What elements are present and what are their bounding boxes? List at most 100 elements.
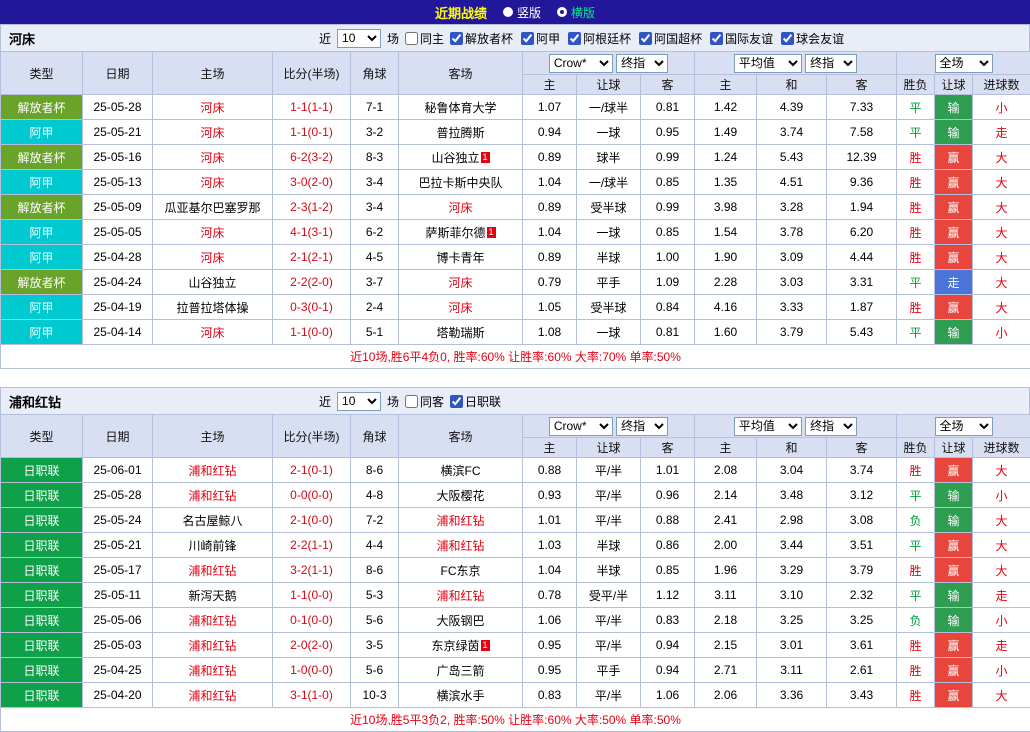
away-team-label: 横滨水手 — [436, 689, 484, 703]
home-team: 河床 — [153, 95, 273, 120]
result-handicap: 输 — [935, 320, 973, 345]
avg-away-odds: 2.32 — [827, 583, 897, 608]
handicap-line: 半球 — [577, 533, 641, 558]
average-select[interactable]: 平均值 — [734, 54, 802, 73]
handicap-line: 受平/半 — [577, 583, 641, 608]
league-filter-checkbox[interactable] — [450, 32, 463, 45]
league-filter-checkbox[interactable] — [521, 32, 534, 45]
match-count-select[interactable]: 10 — [337, 29, 381, 48]
games-label: 场 — [387, 30, 399, 47]
league-filter[interactable]: 阿根廷杯 — [568, 30, 631, 47]
league-filter[interactable]: 球会友谊 — [781, 30, 844, 47]
corner-score: 5-6 — [351, 608, 399, 633]
handicap-line: 一球 — [577, 320, 641, 345]
match-date: 25-05-24 — [83, 508, 153, 533]
avg-home-odds: 3.98 — [695, 195, 757, 220]
result-over-under: 大 — [973, 683, 1030, 708]
table-header: 类型 日期 主场 比分(半场) 角球 客场 Crow* 终指 平均值 终指 全场 — [1, 415, 1030, 458]
same-venue-filter[interactable]: 同客 — [405, 393, 444, 410]
handicap-away-odds: 0.99 — [641, 145, 695, 170]
away-team: 河床 — [399, 270, 523, 295]
league-filter-checkbox[interactable] — [781, 32, 794, 45]
corner-score: 8-6 — [351, 458, 399, 483]
away-team-label: 河床 — [448, 276, 472, 290]
average-final-select[interactable]: 终指 — [805, 417, 857, 436]
col-score: 比分(半场) — [273, 415, 351, 458]
away-team: 河床 — [399, 195, 523, 220]
match-count-select[interactable]: 10 — [337, 392, 381, 411]
avg-home-odds: 2.28 — [695, 270, 757, 295]
odds-company-select[interactable]: Crow* — [549, 417, 613, 436]
avg-home-odds: 2.14 — [695, 483, 757, 508]
corner-score: 6-2 — [351, 220, 399, 245]
result-win-draw-loss: 平 — [897, 270, 935, 295]
same-venue-checkbox[interactable] — [405, 395, 418, 408]
corner-score: 4-8 — [351, 483, 399, 508]
league-badge: 阿甲 — [1, 295, 83, 320]
match-score: 0-3(0-1) — [273, 295, 351, 320]
average-select[interactable]: 平均值 — [734, 417, 802, 436]
avg-home-odds: 1.96 — [695, 558, 757, 583]
col-corner: 角球 — [351, 52, 399, 95]
avg-away-odds: 3.51 — [827, 533, 897, 558]
league-filter[interactable]: 日职联 — [450, 393, 501, 410]
away-team-label: 秘鲁体育大学 — [424, 101, 496, 115]
scope-select[interactable]: 全场 — [935, 54, 993, 73]
layout-option-vertical[interactable]: 竖版 — [503, 4, 541, 21]
league-filter-checkbox[interactable] — [710, 32, 723, 45]
summary-row: 近10场,胜6平4负0, 胜率:60% 让胜率:60% 大率:70% 单率:50… — [1, 345, 1030, 369]
handicap-home-odds: 0.88 — [523, 458, 577, 483]
away-team-label: 博卡青年 — [436, 251, 484, 265]
col-away: 客场 — [399, 415, 523, 458]
home-team-label: 川崎前锋 — [188, 539, 236, 553]
league-filter[interactable]: 国际友谊 — [710, 30, 773, 47]
corner-score: 3-7 — [351, 270, 399, 295]
layout-option-horizontal[interactable]: 横版 — [557, 4, 595, 21]
filter-bar: 近 10 场 同客 日职联 — [319, 392, 501, 411]
odds-final-select[interactable]: 终指 — [616, 54, 668, 73]
match-row: 阿甲25-04-14河床1-1(0-0)5-1塔勒瑞斯1.08一球0.811.6… — [1, 320, 1030, 345]
league-filter[interactable]: 阿甲 — [521, 30, 560, 47]
same-venue-checkbox[interactable] — [405, 32, 418, 45]
home-team-label: 浦和红钻 — [188, 689, 236, 703]
match-date: 25-05-17 — [83, 558, 153, 583]
handicap-line: 半球 — [577, 245, 641, 270]
away-team-label: 萨斯菲尔德 — [425, 226, 485, 240]
match-score: 1-1(0-0) — [273, 320, 351, 345]
league-filter[interactable]: 解放者杯 — [450, 30, 513, 47]
col-avg-home: 主 — [695, 438, 757, 458]
result-win-draw-loss: 胜 — [897, 195, 935, 220]
result-over-under: 小 — [973, 658, 1030, 683]
near-label: 近 — [319, 30, 331, 47]
avg-home-odds: 4.16 — [695, 295, 757, 320]
league-badge: 解放者杯 — [1, 195, 83, 220]
match-row: 日职联25-04-25浦和红钻1-0(0-0)5-6广岛三箭0.95平手0.94… — [1, 658, 1030, 683]
handicap-away-odds: 0.81 — [641, 320, 695, 345]
league-filter-checkbox[interactable] — [639, 32, 652, 45]
league-filter[interactable]: 阿国超杯 — [639, 30, 702, 47]
odds-company-select[interactable]: Crow* — [549, 54, 613, 73]
corner-score: 10-3 — [351, 683, 399, 708]
red-card-badge: 1 — [487, 227, 496, 238]
scope-select[interactable]: 全场 — [935, 417, 993, 436]
col-avg-draw: 和 — [757, 75, 827, 95]
result-over-under: 大 — [973, 195, 1030, 220]
home-team-label: 新泻天鹅 — [188, 589, 236, 603]
result-over-under: 走 — [973, 120, 1030, 145]
match-score: 2-3(1-2) — [273, 195, 351, 220]
away-team: 东京绿茵1 — [399, 633, 523, 658]
handicap-home-odds: 0.78 — [523, 583, 577, 608]
odds-final-select[interactable]: 终指 — [616, 417, 668, 436]
home-team: 瓜亚基尔巴塞罗那 — [153, 195, 273, 220]
handicap-line: 平/半 — [577, 508, 641, 533]
league-filter-checkbox[interactable] — [568, 32, 581, 45]
avg-away-odds: 5.43 — [827, 320, 897, 345]
league-filter-label: 球会友谊 — [796, 30, 844, 47]
league-filter-checkbox[interactable] — [450, 395, 463, 408]
average-final-select[interactable]: 终指 — [805, 54, 857, 73]
away-team-label: 浦和红钻 — [436, 589, 484, 603]
same-venue-filter[interactable]: 同主 — [405, 30, 444, 47]
handicap-home-odds: 0.89 — [523, 145, 577, 170]
home-team: 河床 — [153, 220, 273, 245]
match-date: 25-05-16 — [83, 145, 153, 170]
